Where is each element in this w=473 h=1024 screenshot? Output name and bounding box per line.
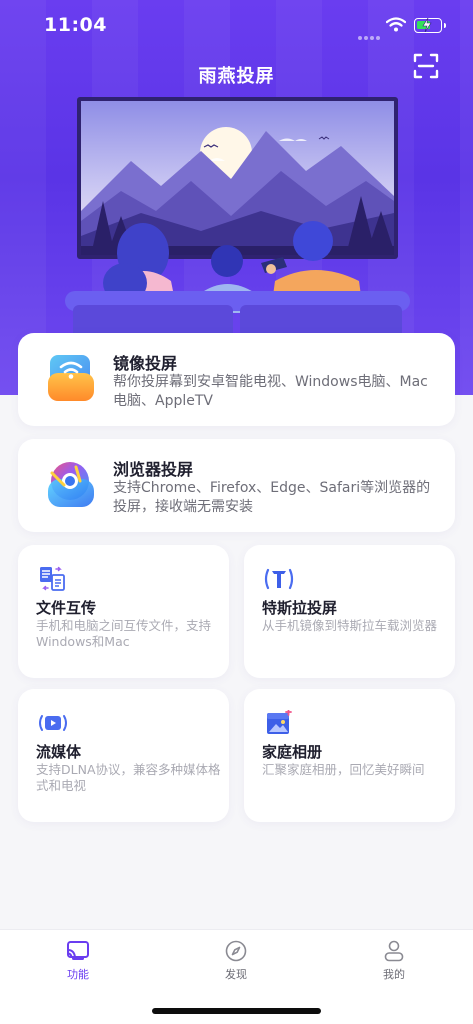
streaming-icon	[39, 715, 67, 731]
cast-icon	[67, 941, 89, 960]
home-indicator	[152, 1008, 321, 1014]
file-transfer-card[interactable]: 文件互传 手机和电脑之间互传文件，支持Windows和Mac	[18, 545, 229, 678]
tab-label: 发现	[225, 968, 247, 981]
tab-features[interactable]: 功能	[38, 940, 118, 992]
card-description: 帮你投屏幕到安卓智能电视、Windows电脑、Mac电脑、AppleTV	[113, 374, 428, 409]
file-transfer-icon	[40, 566, 65, 591]
family-sofa-illustration	[65, 221, 410, 338]
status-time: 11:04	[44, 14, 107, 36]
tab-label: 我的	[383, 968, 405, 981]
streaming-card[interactable]: 流媒体 支持DLNA协议，兼容多种媒体格式和电视	[18, 689, 229, 822]
card-description: 支持DLNA协议，兼容多种媒体格式和电视	[36, 762, 221, 793]
photo-album-icon	[267, 710, 292, 734]
card-title: 家庭相册	[262, 743, 323, 761]
card-title: 文件互传	[36, 599, 97, 617]
tab-discover[interactable]: 发现	[196, 940, 276, 992]
card-description: 从手机镜像到特斯拉车载浏览器	[262, 618, 438, 633]
browser-cast-card[interactable]: 浏览器投屏 支持Chrome、Firefox、Edge、Safari等浏览器的投…	[18, 439, 455, 532]
card-description: 手机和电脑之间互传文件，支持Windows和Mac	[36, 618, 212, 649]
tesla-icon	[264, 568, 294, 590]
family-album-card[interactable]: 家庭相册 汇聚家庭相册，回忆美好瞬间	[244, 689, 455, 822]
tab-label: 功能	[67, 968, 89, 981]
wifi-cast-icon	[48, 355, 94, 401]
battery-charging-icon	[414, 18, 446, 33]
screen-mirror-card[interactable]: 镜像投屏 帮你投屏幕到安卓智能电视、Windows电脑、Mac电脑、AppleT…	[18, 333, 455, 426]
scan-qr-icon[interactable]	[413, 53, 439, 79]
card-title: 镜像投屏	[113, 354, 178, 373]
person-icon	[384, 940, 404, 962]
compass-icon	[225, 940, 247, 962]
tesla-cast-card[interactable]: 特斯拉投屏 从手机镜像到特斯拉车载浏览器	[244, 545, 455, 678]
tab-profile[interactable]: 我的	[354, 940, 434, 992]
card-title: 浏览器投屏	[113, 460, 194, 479]
status-bar: 11:04	[0, 0, 473, 50]
cellular-signal-icon	[358, 25, 382, 44]
card-description: 汇聚家庭相册，回忆美好瞬间	[262, 762, 425, 777]
card-title: 特斯拉投屏	[262, 599, 338, 617]
wifi-icon	[386, 17, 406, 32]
browser-globe-icon	[48, 462, 94, 507]
page-title: 雨燕投屏	[198, 66, 275, 87]
card-description: 支持Chrome、Firefox、Edge、Safari等浏览器的投屏，接收端无…	[113, 480, 431, 515]
card-title: 流媒体	[36, 743, 82, 761]
